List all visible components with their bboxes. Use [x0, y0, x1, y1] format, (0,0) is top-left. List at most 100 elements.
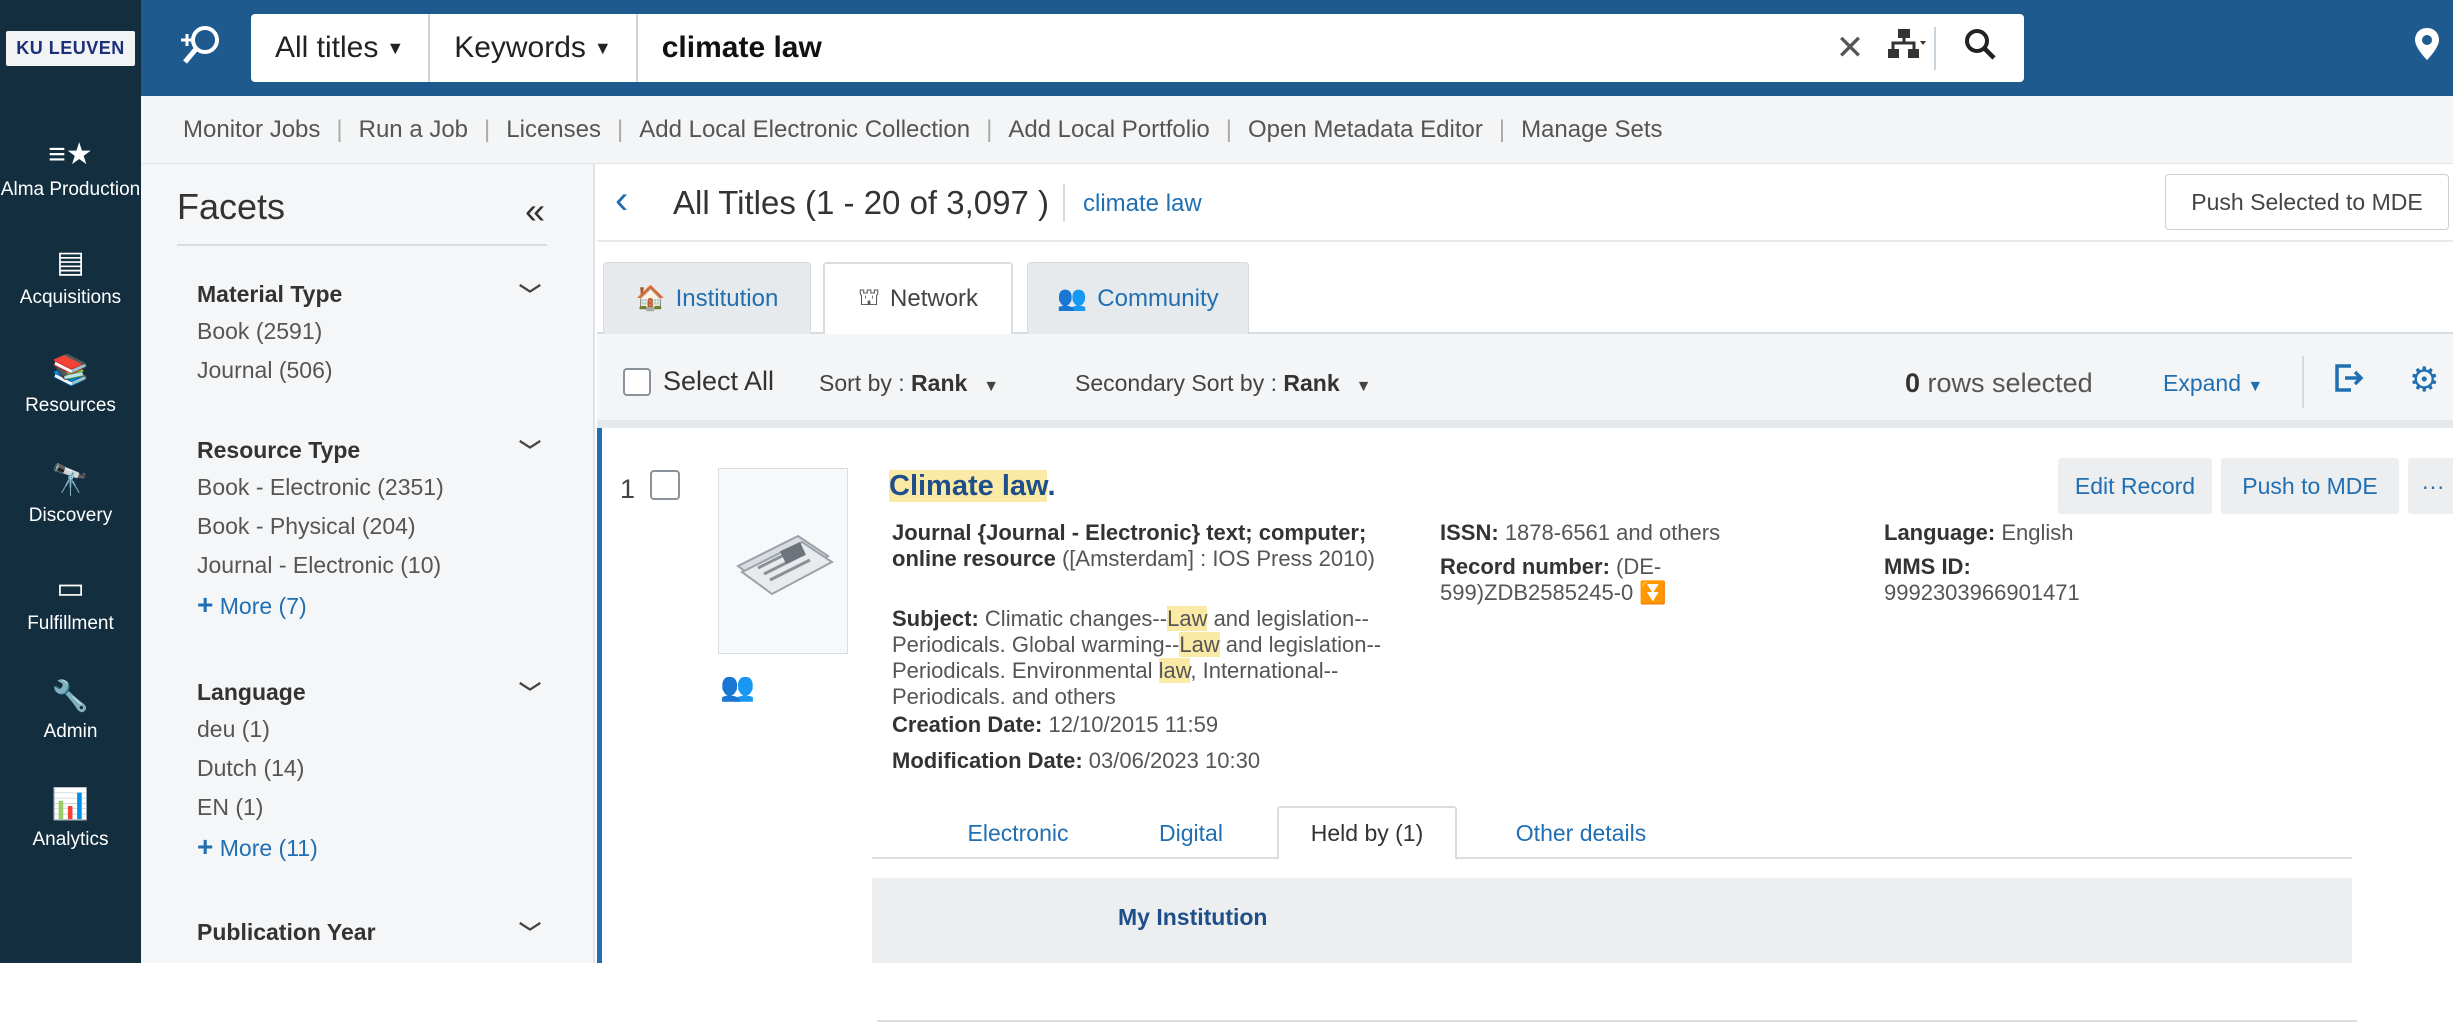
record-subject: Subject: Climatic changes--Law and legis…	[892, 606, 1400, 710]
rows-selected-status: 0 rows selected	[1905, 368, 2093, 399]
menu-monitor-jobs[interactable]: Monitor Jobs	[183, 116, 320, 144]
advanced-search-icon[interactable]	[171, 22, 231, 78]
hierarchy-icon[interactable]	[1878, 27, 1934, 69]
more-actions-button[interactable]: ···	[2408, 458, 2453, 514]
search-scope-dropdown[interactable]: All titles ▼	[251, 14, 431, 82]
result-checkbox[interactable]	[650, 470, 680, 500]
facet-group-material-type: Material Type ﹀ Book (2591) Journal (506)	[197, 276, 547, 390]
users-icon: 👥	[720, 671, 755, 702]
nav-discovery[interactable]: 🔭 Discovery	[0, 444, 141, 544]
page-title: All Titles (1 - 20 of 3,097 )	[673, 184, 1050, 221]
nav-admin[interactable]: 🔧 Admin	[0, 660, 141, 760]
search-box: All titles ▼ Keywords ▼ climate law ✕	[251, 14, 2024, 82]
list-star-icon: ≡★	[48, 137, 93, 171]
nav-label: Acquisitions	[19, 286, 122, 308]
journal-thumbnail[interactable]	[718, 468, 848, 654]
export-icon[interactable]	[2333, 362, 2365, 402]
sort-label: Sort by :	[819, 370, 905, 396]
modification-date-label: Modification Date:	[892, 748, 1083, 773]
facet-option[interactable]: Journal (506)	[197, 351, 547, 390]
clear-icon[interactable]: ✕	[1822, 28, 1878, 68]
tab-network[interactable]: ⛫ Network	[823, 262, 1013, 336]
creation-date-label: Creation Date:	[892, 712, 1043, 737]
record-issn: ISSN: 1878-6561 and others	[1440, 520, 1800, 546]
divider	[2302, 356, 2304, 408]
nav-acquisitions[interactable]: ▤ Acquisitions	[0, 226, 141, 326]
select-all-label[interactable]: Select All	[663, 366, 774, 397]
chevron-down-icon: ﹀	[518, 921, 541, 946]
edit-record-button[interactable]: Edit Record	[2058, 458, 2212, 514]
telescope-icon: 🔭	[51, 463, 90, 497]
menu-licenses[interactable]: Licenses	[506, 116, 601, 144]
logo[interactable]: KU LEUVEN	[0, 0, 141, 96]
record-tab-held-by[interactable]: Held by (1)	[1277, 806, 1457, 860]
nav-resources[interactable]: 📚 Resources	[0, 334, 141, 434]
rows-selected-text: rows selected	[1927, 368, 2093, 398]
caret-down-icon: ▼	[1355, 378, 1372, 395]
facet-header[interactable]: Publication Year ﹀	[197, 914, 547, 950]
select-all-checkbox[interactable]	[623, 368, 651, 396]
record-title-link[interactable]: Climate law.	[889, 470, 1056, 503]
mms-id-value: 9992303966901471	[1884, 580, 2080, 605]
nav-fulfillment[interactable]: ▭ Fulfillment	[0, 552, 141, 652]
institution-name[interactable]: My Institution	[1118, 904, 1267, 931]
divider	[1063, 184, 1065, 222]
push-to-mde-button[interactable]: Push to MDE	[2221, 458, 2399, 514]
facet-more-link[interactable]: + More (7)	[197, 585, 547, 624]
subject-highlight: Law	[1179, 632, 1220, 657]
creation-date-value: 12/10/2015 11:59	[1048, 712, 1219, 737]
push-selected-to-mde-button[interactable]: Push Selected to MDE	[2165, 174, 2449, 230]
facet-option[interactable]: Book (2591)	[197, 312, 547, 351]
nav-alma-production[interactable]: ≡★ Alma Production	[0, 118, 141, 218]
collapse-panel-icon[interactable]: «	[525, 190, 545, 232]
record-tab-electronic[interactable]: Electronic	[940, 808, 1096, 858]
record-number-label: Record number:	[1440, 554, 1610, 579]
record-tab-other-details[interactable]: Other details	[1488, 808, 1674, 858]
secondary-sort-dropdown[interactable]: Secondary Sort by : Rank ▼	[1075, 370, 1371, 397]
facet-group-title: Material Type	[197, 280, 343, 307]
menu-separator: |	[336, 115, 343, 143]
record-tab-digital[interactable]: Digital	[1120, 808, 1262, 858]
menu-add-local-electronic-collection[interactable]: Add Local Electronic Collection	[639, 116, 970, 144]
issn-label: ISSN:	[1440, 520, 1499, 545]
menu-run-a-job[interactable]: Run a Job	[359, 116, 468, 144]
menu-add-local-portfolio[interactable]: Add Local Portfolio	[1008, 116, 1209, 144]
facet-more-link[interactable]: + More (11)	[197, 827, 547, 866]
expand-dropdown[interactable]: Expand ▼	[2163, 370, 2263, 397]
search-input[interactable]: climate law	[638, 31, 1822, 65]
chevron-down-icon: ﹀	[518, 439, 541, 464]
facet-option[interactable]: deu (1)	[197, 710, 547, 749]
location-pin-icon[interactable]	[2413, 26, 2453, 71]
breadcrumb-search-term[interactable]: climate law	[1083, 190, 1202, 218]
facet-option[interactable]: EN (1)	[197, 788, 547, 827]
facet-option[interactable]: Journal - Electronic (10)	[197, 546, 547, 585]
actions-menu-bar: Monitor Jobs | Run a Job | Licenses | Add L…	[141, 96, 2453, 164]
caret-down-icon: ▼	[2247, 378, 2264, 395]
issn-value: 1878-6561 and others	[1504, 520, 1721, 545]
facet-option[interactable]: Book - Electronic (2351)	[197, 468, 547, 507]
menu-manage-sets[interactable]: Manage Sets	[1521, 116, 1662, 144]
gear-icon[interactable]: ⚙	[2409, 360, 2439, 400]
secondary-sort-value: Rank	[1283, 370, 1340, 396]
nav-label: Fulfillment	[27, 612, 114, 634]
search-field-dropdown[interactable]: Keywords ▼	[430, 14, 638, 82]
facet-header[interactable]: Material Type ﹀	[197, 276, 547, 312]
nav-analytics[interactable]: 📊 Analytics	[0, 768, 141, 868]
facet-header[interactable]: Language ﹀	[197, 674, 547, 710]
menu-open-metadata-editor[interactable]: Open Metadata Editor	[1248, 116, 1483, 144]
double-chevron-down-icon[interactable]: ⏬	[1639, 580, 1666, 605]
caret-down-icon: ▼	[593, 37, 612, 58]
back-arrow-icon[interactable]: ‹	[615, 178, 628, 223]
tab-institution[interactable]: 🏠 Institution	[603, 262, 811, 334]
sort-by-dropdown[interactable]: Sort by : Rank ▼	[819, 370, 999, 397]
search-icon[interactable]	[1934, 26, 2024, 70]
facet-option[interactable]: Dutch (14)	[197, 749, 547, 788]
bar-chart-icon: 📊	[51, 787, 90, 821]
record-modification-date: Modification Date: 03/06/2023 10:30	[892, 748, 1400, 774]
facet-header[interactable]: Resource Type ﹀	[197, 432, 547, 468]
facet-option[interactable]: Book - Physical (204)	[197, 507, 547, 546]
top-search-bar: All titles ▼ Keywords ▼ climate law ✕	[141, 0, 2453, 96]
record-creation-date: Creation Date: 12/10/2015 11:59	[892, 712, 1400, 738]
results-title-bar: ‹ All Titles (1 - 20 of 3,097 ) climate …	[597, 164, 2453, 242]
tab-community[interactable]: 👥 Community	[1027, 262, 1249, 334]
